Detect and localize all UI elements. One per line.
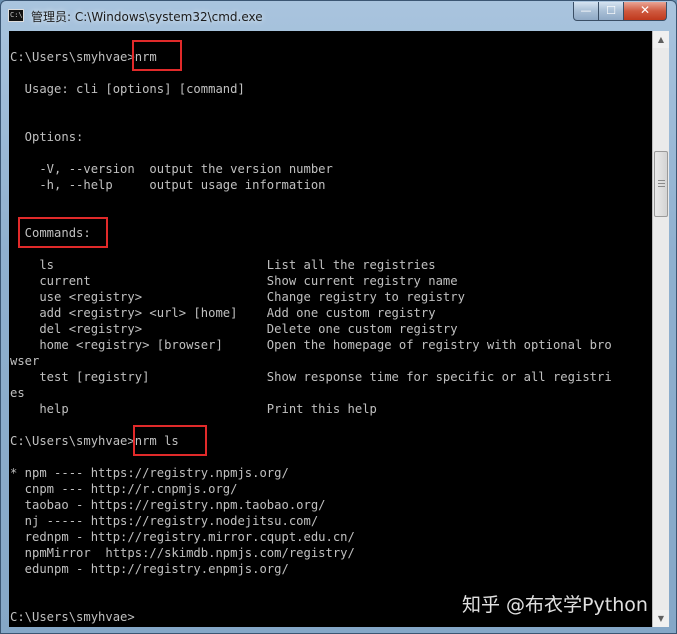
close-icon: ✕ [639, 3, 651, 17]
console-line: nj ----- https://registry.nodejitsu.com/ [10, 514, 319, 528]
console-line: edunpm - http://registry.enpmjs.org/ [10, 562, 289, 576]
console-line: es [10, 386, 25, 400]
console-line: -h, --help output usage information [10, 178, 326, 192]
terminal-text: C:\Users\smyhvae>nrm Usage: cli [options… [10, 49, 612, 625]
console-output[interactable]: C:\Users\smyhvae>nrm Usage: cli [options… [9, 31, 652, 627]
grip-line [658, 180, 665, 181]
scroll-thumb[interactable] [654, 151, 668, 217]
minimize-icon: — [580, 4, 592, 17]
console-line: Usage: cli [options] [command] [10, 82, 245, 96]
vertical-scrollbar[interactable]: ▲ ▼ [652, 31, 669, 627]
maximize-icon: ☐ [606, 4, 616, 17]
cmd-window: C:\ 管理员: C:\Windows\system32\cmd.exe — ☐… [0, 0, 677, 634]
scroll-up-button[interactable]: ▲ [653, 31, 669, 48]
console-line: Commands: [10, 226, 91, 240]
console-line: ls List all the registries [10, 258, 436, 272]
console-line: cnpm --- http://r.cnpmjs.org/ [10, 482, 238, 496]
grip-line [658, 183, 665, 184]
grip-line [658, 186, 665, 187]
close-button[interactable]: ✕ [624, 2, 667, 21]
console-line: wser [10, 354, 40, 368]
console-line: C:\Users\smyhvae>nrm ls [10, 434, 179, 448]
title-bar[interactable]: C:\ 管理员: C:\Windows\system32\cmd.exe — ☐… [1, 1, 676, 31]
zhihu-watermark: 知乎 @布衣学Python [462, 594, 648, 616]
console-line: Options: [10, 130, 84, 144]
arrow-down-icon: ▼ [657, 614, 665, 623]
console-line: taobao - https://registry.npm.taobao.org… [10, 498, 326, 512]
maximize-button[interactable]: ☐ [599, 2, 624, 21]
console-line: npmMirror https://skimdb.npmjs.com/regis… [10, 546, 355, 560]
console-line: rednpm - http://registry.mirror.cqupt.ed… [10, 530, 355, 544]
console-line: help Print this help [10, 402, 377, 416]
console-line: add <registry> <url> [home] Add one cust… [10, 306, 436, 320]
minimize-button[interactable]: — [573, 2, 599, 21]
console-line: test [registry] Show response time for s… [10, 370, 612, 384]
console-line: C:\Users\smyhvae>nrm [10, 50, 157, 64]
arrow-up-icon: ▲ [657, 35, 665, 44]
console-line: current Show current registry name [10, 274, 458, 288]
caption-buttons: — ☐ ✕ [573, 2, 667, 21]
scroll-down-button[interactable]: ▼ [653, 610, 669, 627]
console-line: home <registry> [browser] Open the homep… [10, 338, 612, 352]
window-title: 管理员: C:\Windows\system32\cmd.exe [31, 10, 263, 24]
console-line: del <registry> Delete one custom registr… [10, 322, 458, 336]
console-line: * npm ---- https://registry.npmjs.org/ [10, 466, 289, 480]
console-icon[interactable]: C:\ [8, 9, 24, 22]
console-line: -V, --version output the version number [10, 162, 333, 176]
console-line: use <registry> Change registry to regist… [10, 290, 465, 304]
